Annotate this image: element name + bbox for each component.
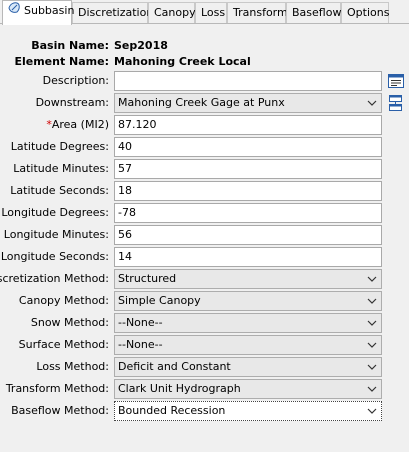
basin-name-label: Basin Name: <box>31 39 109 52</box>
chevron-down-icon <box>367 360 377 374</box>
chevron-down-icon <box>367 316 377 330</box>
tab-baseflow[interactable]: Baseflow <box>286 2 341 23</box>
loss-method-value: Deficit and Constant <box>118 360 231 373</box>
latitude-minutes-field[interactable]: 57 <box>114 159 382 179</box>
chevron-down-icon <box>367 96 377 110</box>
baseflow-method-select[interactable]: Bounded Recession <box>114 401 382 421</box>
tab-discretization[interactable]: Discretization <box>72 2 153 23</box>
longitude-degrees-field[interactable]: -78 <box>114 203 382 223</box>
tab-bar: Subbasin Discretization Canopy Loss Tran… <box>0 0 409 25</box>
tab-transform[interactable]: Transform <box>227 2 288 23</box>
transform-method-value: Clark Unit Hydrograph <box>118 382 241 395</box>
chevron-down-icon <box>367 272 377 286</box>
tab-transform-label: Transform <box>233 6 288 19</box>
longitude-degrees-label: Longitude Degrees: <box>1 206 109 219</box>
tab-baseflow-label: Baseflow <box>292 6 342 19</box>
element-name-value: Mahoning Creek Local <box>114 55 251 68</box>
baseflow-method-label: Baseflow Method: <box>11 404 109 417</box>
tab-subbasin-label: Subbasin <box>24 4 75 17</box>
downstream-select[interactable]: Mahoning Creek Gage at Punx <box>114 93 382 113</box>
surface-method-label: Surface Method: <box>18 338 109 351</box>
surface-method-select[interactable]: --None-- <box>114 335 382 355</box>
latitude-seconds-field[interactable]: 18 <box>114 181 382 201</box>
latitude-seconds-label: Latitude Seconds: <box>10 184 109 197</box>
area-label-text: Area (MI2) <box>51 118 109 131</box>
snow-method-value: --None-- <box>118 316 163 329</box>
tab-canopy[interactable]: Canopy <box>148 2 196 23</box>
tab-discretization-label: Discretization <box>78 6 154 19</box>
loss-method-label: Loss Method: <box>36 360 109 373</box>
latitude-minutes-label: Latitude Minutes: <box>13 162 109 175</box>
surface-method-value: --None-- <box>118 338 163 351</box>
tab-options[interactable]: Options <box>341 2 389 23</box>
subbasin-icon <box>8 1 21 21</box>
transform-method-select[interactable]: Clark Unit Hydrograph <box>114 379 382 399</box>
snow-method-label: Snow Method: <box>30 316 109 329</box>
discretization-method-select[interactable]: Structured <box>114 269 382 289</box>
longitude-seconds-label: Longitude Seconds: <box>0 250 109 263</box>
chevron-down-icon <box>367 338 377 352</box>
snow-method-select[interactable]: --None-- <box>114 313 382 333</box>
canopy-method-value: Simple Canopy <box>118 294 201 307</box>
canopy-method-label: Canopy Method: <box>18 294 109 307</box>
canopy-method-select[interactable]: Simple Canopy <box>114 291 382 311</box>
edit-description-icon[interactable] <box>387 72 405 90</box>
subbasin-panel: Basin Name: Sep2018 Element Name: Mahoni… <box>0 24 409 452</box>
latitude-degrees-label: Latitude Degrees: <box>10 140 109 153</box>
tab-subbasin[interactable]: Subbasin <box>2 0 75 25</box>
transform-method-label: Transform Method: <box>5 382 109 395</box>
area-field[interactable]: 87.120 <box>114 115 382 135</box>
chevron-down-icon <box>367 404 377 418</box>
downstream-value: Mahoning Creek Gage at Punx <box>118 96 285 109</box>
select-element-icon[interactable] <box>387 94 405 112</box>
description-label: Description: <box>42 74 109 87</box>
tab-loss-label: Loss <box>201 6 226 19</box>
tab-loss[interactable]: Loss <box>195 2 227 23</box>
downstream-label: Downstream: <box>35 96 109 109</box>
area-label: *Area (MI2) <box>46 116 109 134</box>
element-name-label: Element Name: <box>14 55 109 68</box>
basin-name-value: Sep2018 <box>114 39 168 52</box>
discretization-method-value: Structured <box>118 272 177 285</box>
baseflow-method-value: Bounded Recession <box>118 404 226 417</box>
tab-options-label: Options <box>347 6 390 19</box>
chevron-down-icon <box>367 382 377 396</box>
tab-canopy-label: Canopy <box>154 6 196 19</box>
latitude-degrees-field[interactable]: 40 <box>114 137 382 157</box>
loss-method-select[interactable]: Deficit and Constant <box>114 357 382 377</box>
discretization-method-label: Discretization Method: <box>0 272 109 285</box>
longitude-minutes-label: Longitude Minutes: <box>3 228 109 241</box>
longitude-minutes-field[interactable]: 56 <box>114 225 382 245</box>
description-field[interactable] <box>114 71 382 91</box>
chevron-down-icon <box>367 294 377 308</box>
longitude-seconds-field[interactable]: 14 <box>114 247 382 267</box>
